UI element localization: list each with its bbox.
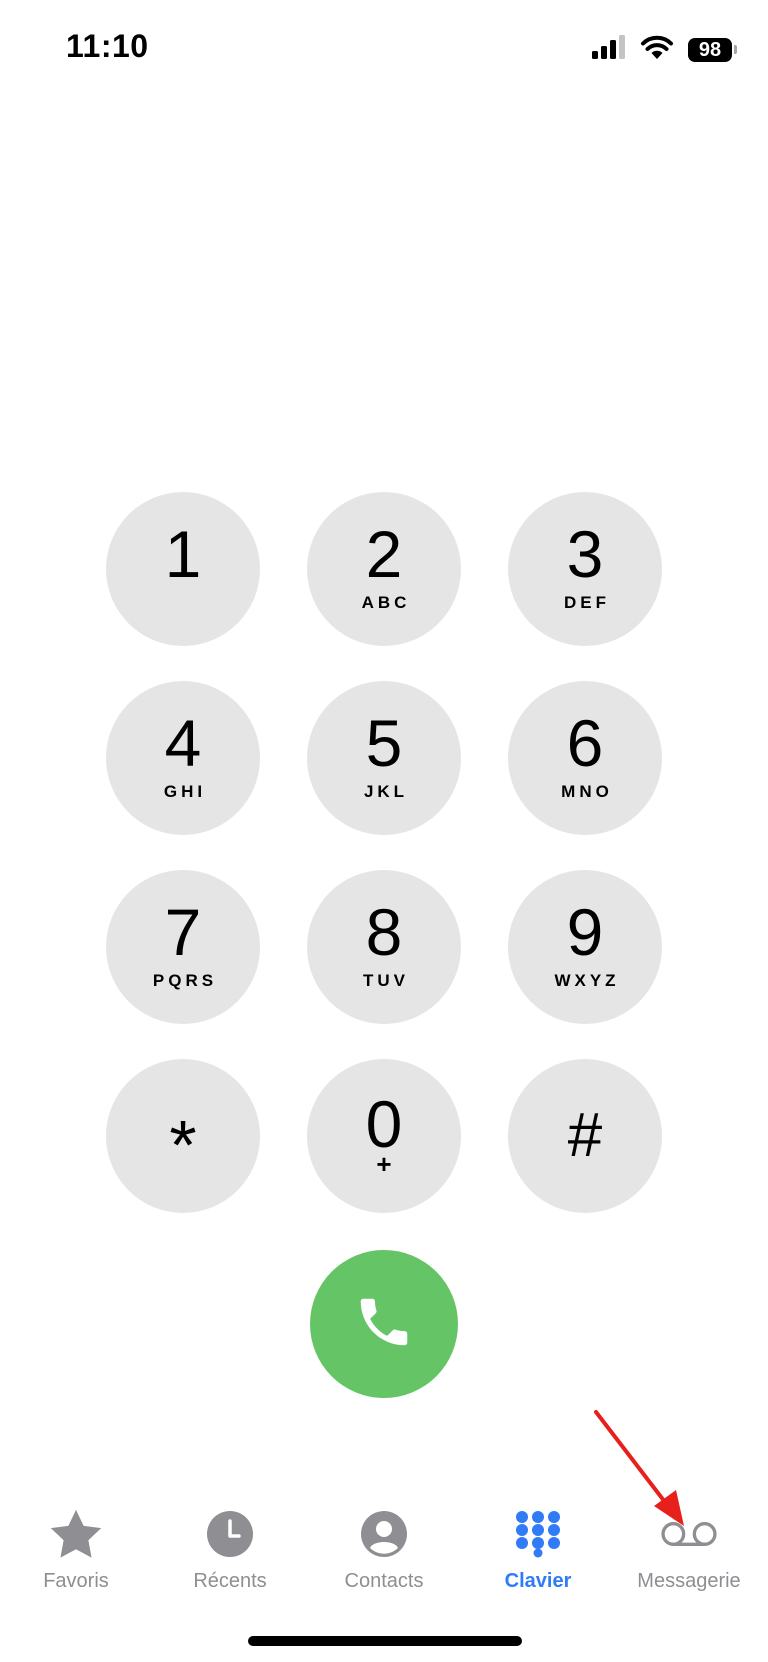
- tab-bar: Favoris Récents Contacts Clavier Message…: [0, 1506, 768, 1616]
- key-letters: +: [376, 1149, 392, 1179]
- key-letters: MNO: [561, 782, 613, 801]
- key-0[interactable]: 0 +: [307, 1059, 461, 1213]
- keypad-icon: [510, 1506, 566, 1562]
- key-1[interactable]: 1: [106, 492, 260, 646]
- voicemail-icon: [661, 1506, 717, 1562]
- key-star[interactable]: *: [106, 1059, 260, 1213]
- battery-icon: 98: [688, 37, 737, 62]
- key-digit: 1: [164, 517, 202, 591]
- key-digit: 8: [365, 895, 403, 969]
- wifi-icon: [640, 34, 674, 65]
- key-digit: *: [169, 1106, 197, 1184]
- star-icon: [48, 1506, 104, 1562]
- tab-label: Récents: [193, 1570, 267, 1592]
- key-5[interactable]: 5 JKL: [307, 681, 461, 835]
- tab-label: Favoris: [43, 1570, 109, 1592]
- key-letters: ABC: [361, 593, 411, 612]
- key-2[interactable]: 2 ABC: [307, 492, 461, 646]
- key-digit: 6: [566, 706, 604, 780]
- key-letters: JKL: [363, 782, 409, 801]
- tab-messagerie[interactable]: Messagerie: [614, 1506, 764, 1593]
- key-digit: 7: [164, 895, 202, 969]
- key-hash[interactable]: #: [508, 1059, 662, 1213]
- key-digit: 0: [365, 1087, 403, 1161]
- tab-label: Clavier: [504, 1570, 572, 1592]
- key-letters: PQRS: [152, 971, 218, 990]
- key-digit: 4: [164, 706, 202, 780]
- key-letters: [181, 593, 185, 611]
- key-digit: 9: [566, 895, 604, 969]
- key-digit: 2: [365, 517, 403, 591]
- key-digit: 5: [365, 706, 403, 780]
- call-button[interactable]: [310, 1250, 458, 1398]
- tab-label: Messagerie: [637, 1570, 741, 1592]
- status-time: 11:10: [66, 28, 149, 64]
- key-digit: 3: [566, 517, 604, 591]
- tab-contacts[interactable]: Contacts: [309, 1506, 459, 1593]
- key-digit: #: [567, 1101, 603, 1170]
- key-letters: WXYZ: [554, 971, 620, 990]
- key-6[interactable]: 6 MNO: [508, 681, 662, 835]
- key-7[interactable]: 7 PQRS: [106, 870, 260, 1024]
- tab-clavier[interactable]: Clavier: [463, 1506, 613, 1593]
- key-4[interactable]: 4 GHI: [106, 681, 260, 835]
- phone-icon: [353, 1291, 415, 1358]
- cellular-signal-icon: [592, 35, 626, 64]
- tab-recents[interactable]: Récents: [155, 1506, 305, 1593]
- battery-level: 98: [688, 37, 732, 62]
- key-letters: GHI: [163, 782, 207, 801]
- key-letters: TUV: [363, 971, 409, 990]
- key-letters: DEF: [564, 593, 610, 612]
- status-indicators: 98: [592, 34, 737, 65]
- key-8[interactable]: 8 TUV: [307, 870, 461, 1024]
- key-9[interactable]: 9 WXYZ: [508, 870, 662, 1024]
- tab-label: Contacts: [344, 1570, 424, 1592]
- person-icon: [356, 1506, 412, 1562]
- home-indicator: [248, 1636, 522, 1646]
- key-3[interactable]: 3 DEF: [508, 492, 662, 646]
- tab-favoris[interactable]: Favoris: [1, 1506, 151, 1593]
- keypad: 1 2 ABC 3 DEF 4 GHI 5 JKL 6 MNO 7 PQRS 8…: [106, 492, 662, 1213]
- clock-icon: [202, 1506, 258, 1562]
